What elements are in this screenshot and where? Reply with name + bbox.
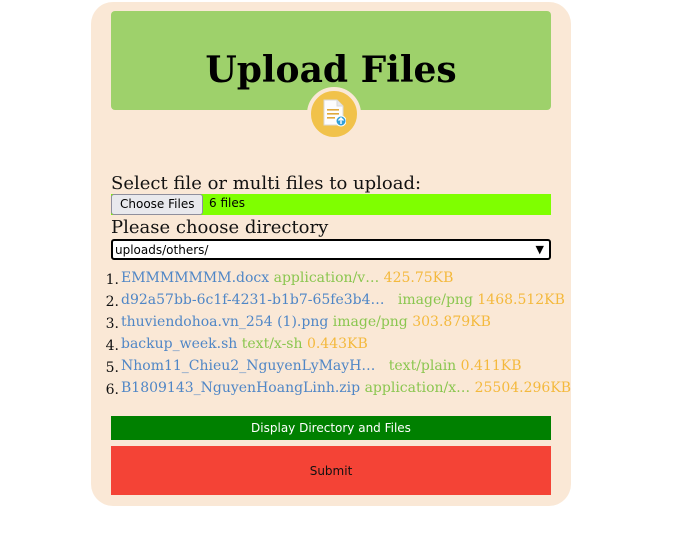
file-size: 1468.512KB: [477, 292, 565, 308]
file-name: Nhom11_Chieu2_NguyenLyMayH… text/plain 0…: [121, 358, 521, 374]
directory-select[interactable]: uploads/others/ ▼: [111, 239, 551, 260]
upload-card: Upload Files Select file or multi files …: [91, 2, 571, 506]
submit-button[interactable]: Submit: [111, 446, 551, 495]
file-name-text: EMMMMMMM.docx: [121, 270, 270, 286]
file-type: image/png: [332, 314, 408, 330]
select-files-label: Select file or multi files to upload:: [111, 173, 422, 194]
file-type: text/plain: [388, 358, 457, 374]
file-name: EMMMMMMM.docx application/v… 425.75KB: [121, 270, 453, 286]
file-type: application/v…: [273, 270, 380, 286]
chevron-down-icon[interactable]: ▼: [536, 243, 544, 256]
directory-value: uploads/others/: [115, 243, 209, 257]
file-count-text: 6 files: [209, 196, 245, 210]
file-upload-icon: [307, 87, 361, 141]
list-item-number: 3.: [105, 316, 119, 332]
file-type: application/x…: [364, 380, 471, 396]
choose-files-button[interactable]: Choose Files: [111, 194, 204, 215]
file-size: 0.443KB: [306, 336, 368, 352]
file-name-text: backup_week.sh: [121, 336, 238, 352]
file-name-text: d92a57bb-6c1f-4231-b1b7-65fe3b4…: [121, 292, 385, 308]
list-item-number: 6.: [105, 382, 119, 398]
file-type: text/x-sh: [241, 336, 303, 352]
file-name-text: Nhom11_Chieu2_NguyenLyMayH…: [121, 358, 376, 374]
page-title: Upload Files: [205, 49, 457, 91]
display-directory-button[interactable]: Display Directory and Files: [111, 416, 551, 440]
file-size: 303.879KB: [412, 314, 491, 330]
list-item-number: 2.: [105, 294, 119, 310]
file-name: thuviendohoa.vn_254 (1).png image/png 30…: [121, 314, 491, 330]
file-size: 25504.296KB: [474, 380, 572, 396]
file-name-text: B1809143_NguyenHoangLinh.zip: [121, 380, 361, 396]
list-item-number: 1.: [105, 272, 119, 288]
file-size: 425.75KB: [383, 270, 454, 286]
file-name-text: thuviendohoa.vn_254 (1).png: [121, 314, 329, 330]
file-type: image/png: [397, 292, 473, 308]
file-input[interactable]: Choose Files 6 files: [111, 194, 551, 215]
file-name: backup_week.sh text/x-sh 0.443KB: [121, 336, 368, 352]
directory-label: Please choose directory: [111, 217, 329, 238]
file-name: B1809143_NguyenHoangLinh.zip application…: [121, 380, 571, 396]
list-item-number: 4.: [105, 338, 119, 354]
file-size: 0.411KB: [460, 358, 522, 374]
document-icon: [323, 99, 346, 127]
file-name: d92a57bb-6c1f-4231-b1b7-65fe3b4… image/p…: [121, 292, 565, 308]
list-item-number: 5.: [105, 360, 119, 376]
